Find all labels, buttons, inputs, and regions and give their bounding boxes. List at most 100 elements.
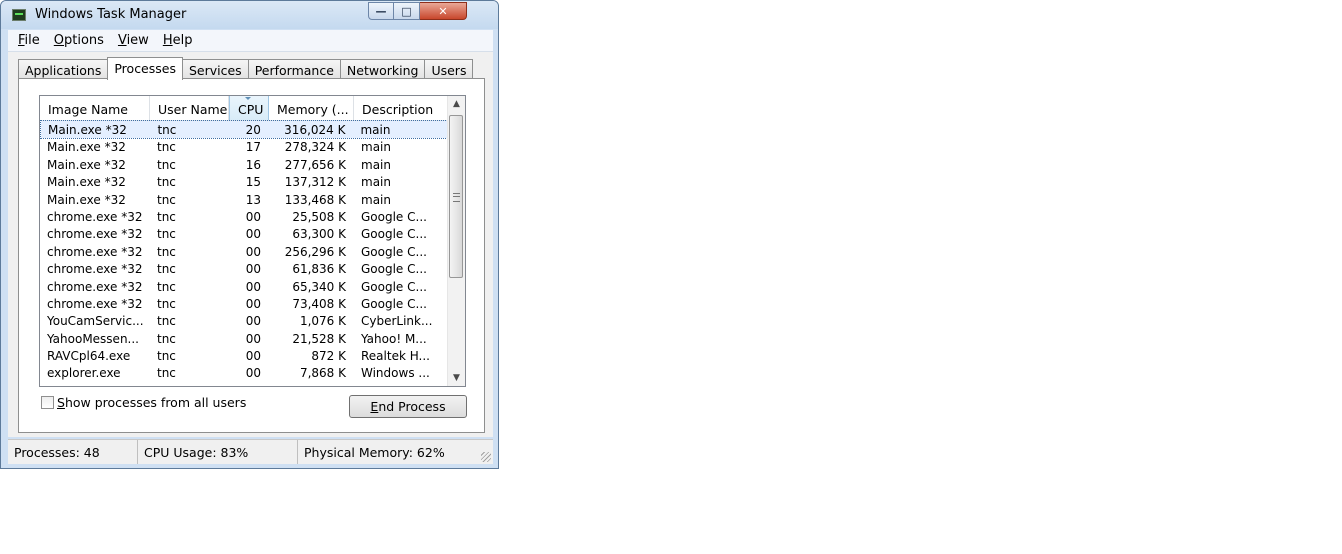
cell-cpu: 15 [245, 175, 261, 190]
tab-strip: Applications Processes Services Performa… [18, 57, 474, 80]
table-row[interactable]: RAVCpl64.exe tnc 00 872 K Realtek H... [40, 347, 450, 364]
cell-memory: 278,324 K [284, 140, 346, 155]
process-list[interactable]: Image Name User Name CPU Memory (... Des… [39, 95, 466, 387]
cell-image-name: Main.exe *32 [47, 192, 126, 207]
vertical-scrollbar[interactable]: ▲ ▼ [447, 96, 465, 386]
table-row[interactable]: Main.exe *32 tnc 20 316,024 K main [40, 119, 450, 140]
menu-bar: File Options View Help [8, 30, 493, 52]
task-manager-window: Windows Task Manager — □ ✕ File Options … [0, 0, 499, 469]
cell-user-name: tnc [157, 314, 176, 329]
size-grip-icon[interactable] [481, 452, 491, 462]
menu-file[interactable]: File [8, 30, 40, 51]
menu-options[interactable]: Options [44, 30, 104, 51]
cell-image-name: YouCamServic... [47, 314, 144, 329]
scroll-up-icon[interactable]: ▲ [448, 96, 465, 112]
cell-description: Windows ... [361, 366, 430, 381]
menu-help[interactable]: Help [153, 30, 193, 51]
cell-cpu: 00 [245, 331, 261, 346]
column-description[interactable]: Description [354, 96, 450, 120]
cell-image-name: chrome.exe *32 [47, 244, 143, 259]
cell-description: Google C... [361, 262, 427, 277]
cell-cpu: 16 [245, 157, 261, 172]
cell-image-name: RAVCpl64.exe [47, 349, 131, 364]
table-row[interactable]: chrome.exe *32 tnc 00 256,296 K Google C... [40, 243, 450, 260]
tab-networking[interactable]: Networking [339, 59, 426, 79]
client-area: Applications Processes Services Performa… [8, 52, 493, 437]
tab-processes[interactable]: Processes [107, 57, 183, 80]
maximize-button[interactable]: □ [394, 2, 420, 20]
cell-user-name: tnc [157, 349, 176, 364]
table-row[interactable]: Main.exe *32 tnc 13 133,468 K main [40, 191, 450, 208]
show-all-users-label: how processes from all users [64, 395, 247, 410]
cell-description: Google C... [361, 209, 427, 224]
cell-user-name: tnc [157, 175, 176, 190]
status-processes: Processes: 48 [8, 440, 138, 464]
cell-image-name: YahooMessen... [47, 331, 139, 346]
cell-image-name: chrome.exe *32 [47, 296, 143, 311]
cell-memory: 1,076 K [299, 314, 346, 329]
tab-services[interactable]: Services [181, 59, 249, 79]
tab-users[interactable]: Users [424, 59, 474, 79]
cell-memory: 277,656 K [284, 157, 346, 172]
menu-view[interactable]: View [108, 30, 149, 51]
processes-panel: Image Name User Name CPU Memory (... Des… [18, 78, 485, 433]
cell-description: Google C... [361, 244, 427, 259]
cell-image-name: explorer.exe [47, 366, 121, 381]
column-image-name[interactable]: Image Name [40, 96, 150, 120]
table-row[interactable]: chrome.exe *32 tnc 00 65,340 K Google C... [40, 278, 450, 295]
cell-memory: 21,528 K [292, 331, 346, 346]
cell-description: Google C... [361, 227, 427, 242]
process-rows: Main.exe *32 tnc 20 316,024 Kmain Main.exe *… [40, 119, 450, 382]
cell-cpu: 00 [245, 209, 261, 224]
table-row[interactable]: YouCamServic... tnc 00 1,076 K CyberLink... [40, 312, 450, 329]
cell-memory: 61,836 K [292, 262, 346, 277]
cell-description: Google C... [361, 279, 427, 294]
scroll-down-icon[interactable]: ▼ [448, 370, 465, 386]
cell-description: Yahoo! M... [361, 331, 427, 346]
cell-user-name: tnc [157, 296, 176, 311]
cell-cpu: 00 [245, 279, 261, 294]
column-memory[interactable]: Memory (... [269, 96, 354, 120]
column-cpu[interactable]: CPU [229, 96, 269, 120]
minimize-button[interactable]: — [368, 2, 394, 20]
cell-memory: 63,300 K [292, 227, 346, 242]
cell-image-name: Main.exe *32 [48, 123, 127, 137]
close-button[interactable]: ✕ [420, 2, 467, 20]
cell-memory: 256,296 K [284, 244, 346, 259]
cell-memory: 316,024 K [284, 123, 346, 137]
table-row[interactable]: Main.exe *32 tnc 15 137,312 K main [40, 173, 450, 190]
cell-cpu: 00 [245, 262, 261, 277]
table-row[interactable]: Main.exe *32 tnc 17 278,324 K main [40, 138, 450, 155]
cell-user-name: tnc [157, 227, 176, 242]
scroll-thumb[interactable] [449, 115, 463, 278]
cell-user-name: tnc [157, 123, 177, 137]
task-manager-icon [12, 9, 26, 21]
cell-cpu: 00 [245, 349, 261, 364]
show-all-users-checkbox[interactable] [41, 396, 54, 409]
status-bar: Processes: 48 CPU Usage: 83% Physical Me… [8, 439, 493, 464]
table-row[interactable]: explorer.exe tnc 00 7,868 K Windows ... [40, 364, 450, 381]
tab-performance[interactable]: Performance [247, 59, 341, 79]
cell-description: Google C... [361, 296, 427, 311]
cell-image-name: chrome.exe *32 [47, 209, 143, 224]
table-row[interactable]: Main.exe *32 tnc 16 277,656 K main [40, 156, 450, 173]
show-all-users-option[interactable]: Show processes from all users [41, 395, 246, 410]
cell-description: Realtek H... [361, 349, 430, 364]
column-user-name[interactable]: User Name [150, 96, 229, 120]
table-row[interactable]: YahooMessen... tnc 00 21,528 K Yahoo! M... [40, 330, 450, 347]
table-row[interactable]: chrome.exe *32 tnc 00 25,508 K Google C... [40, 208, 450, 225]
cell-user-name: tnc [157, 366, 176, 381]
title-bar[interactable]: Windows Task Manager — □ ✕ [1, 1, 498, 29]
cell-description: main [361, 175, 391, 190]
status-physical-memory: Physical Memory: 62% [304, 445, 445, 460]
cell-user-name: tnc [157, 279, 176, 294]
table-row[interactable]: chrome.exe *32 tnc 00 63,300 K Google C... [40, 225, 450, 242]
table-row[interactable]: chrome.exe *32 tnc 00 61,836 K Google C... [40, 260, 450, 277]
caption-buttons: — □ ✕ [368, 2, 467, 21]
cell-memory: 25,508 K [292, 209, 346, 224]
cell-image-name: Main.exe *32 [47, 140, 126, 155]
cell-cpu: 00 [245, 244, 261, 259]
table-row[interactable]: chrome.exe *32 tnc 00 73,408 K Google C... [40, 295, 450, 312]
tab-applications[interactable]: Applications [18, 59, 109, 79]
end-process-button[interactable]: End Process [349, 395, 467, 418]
